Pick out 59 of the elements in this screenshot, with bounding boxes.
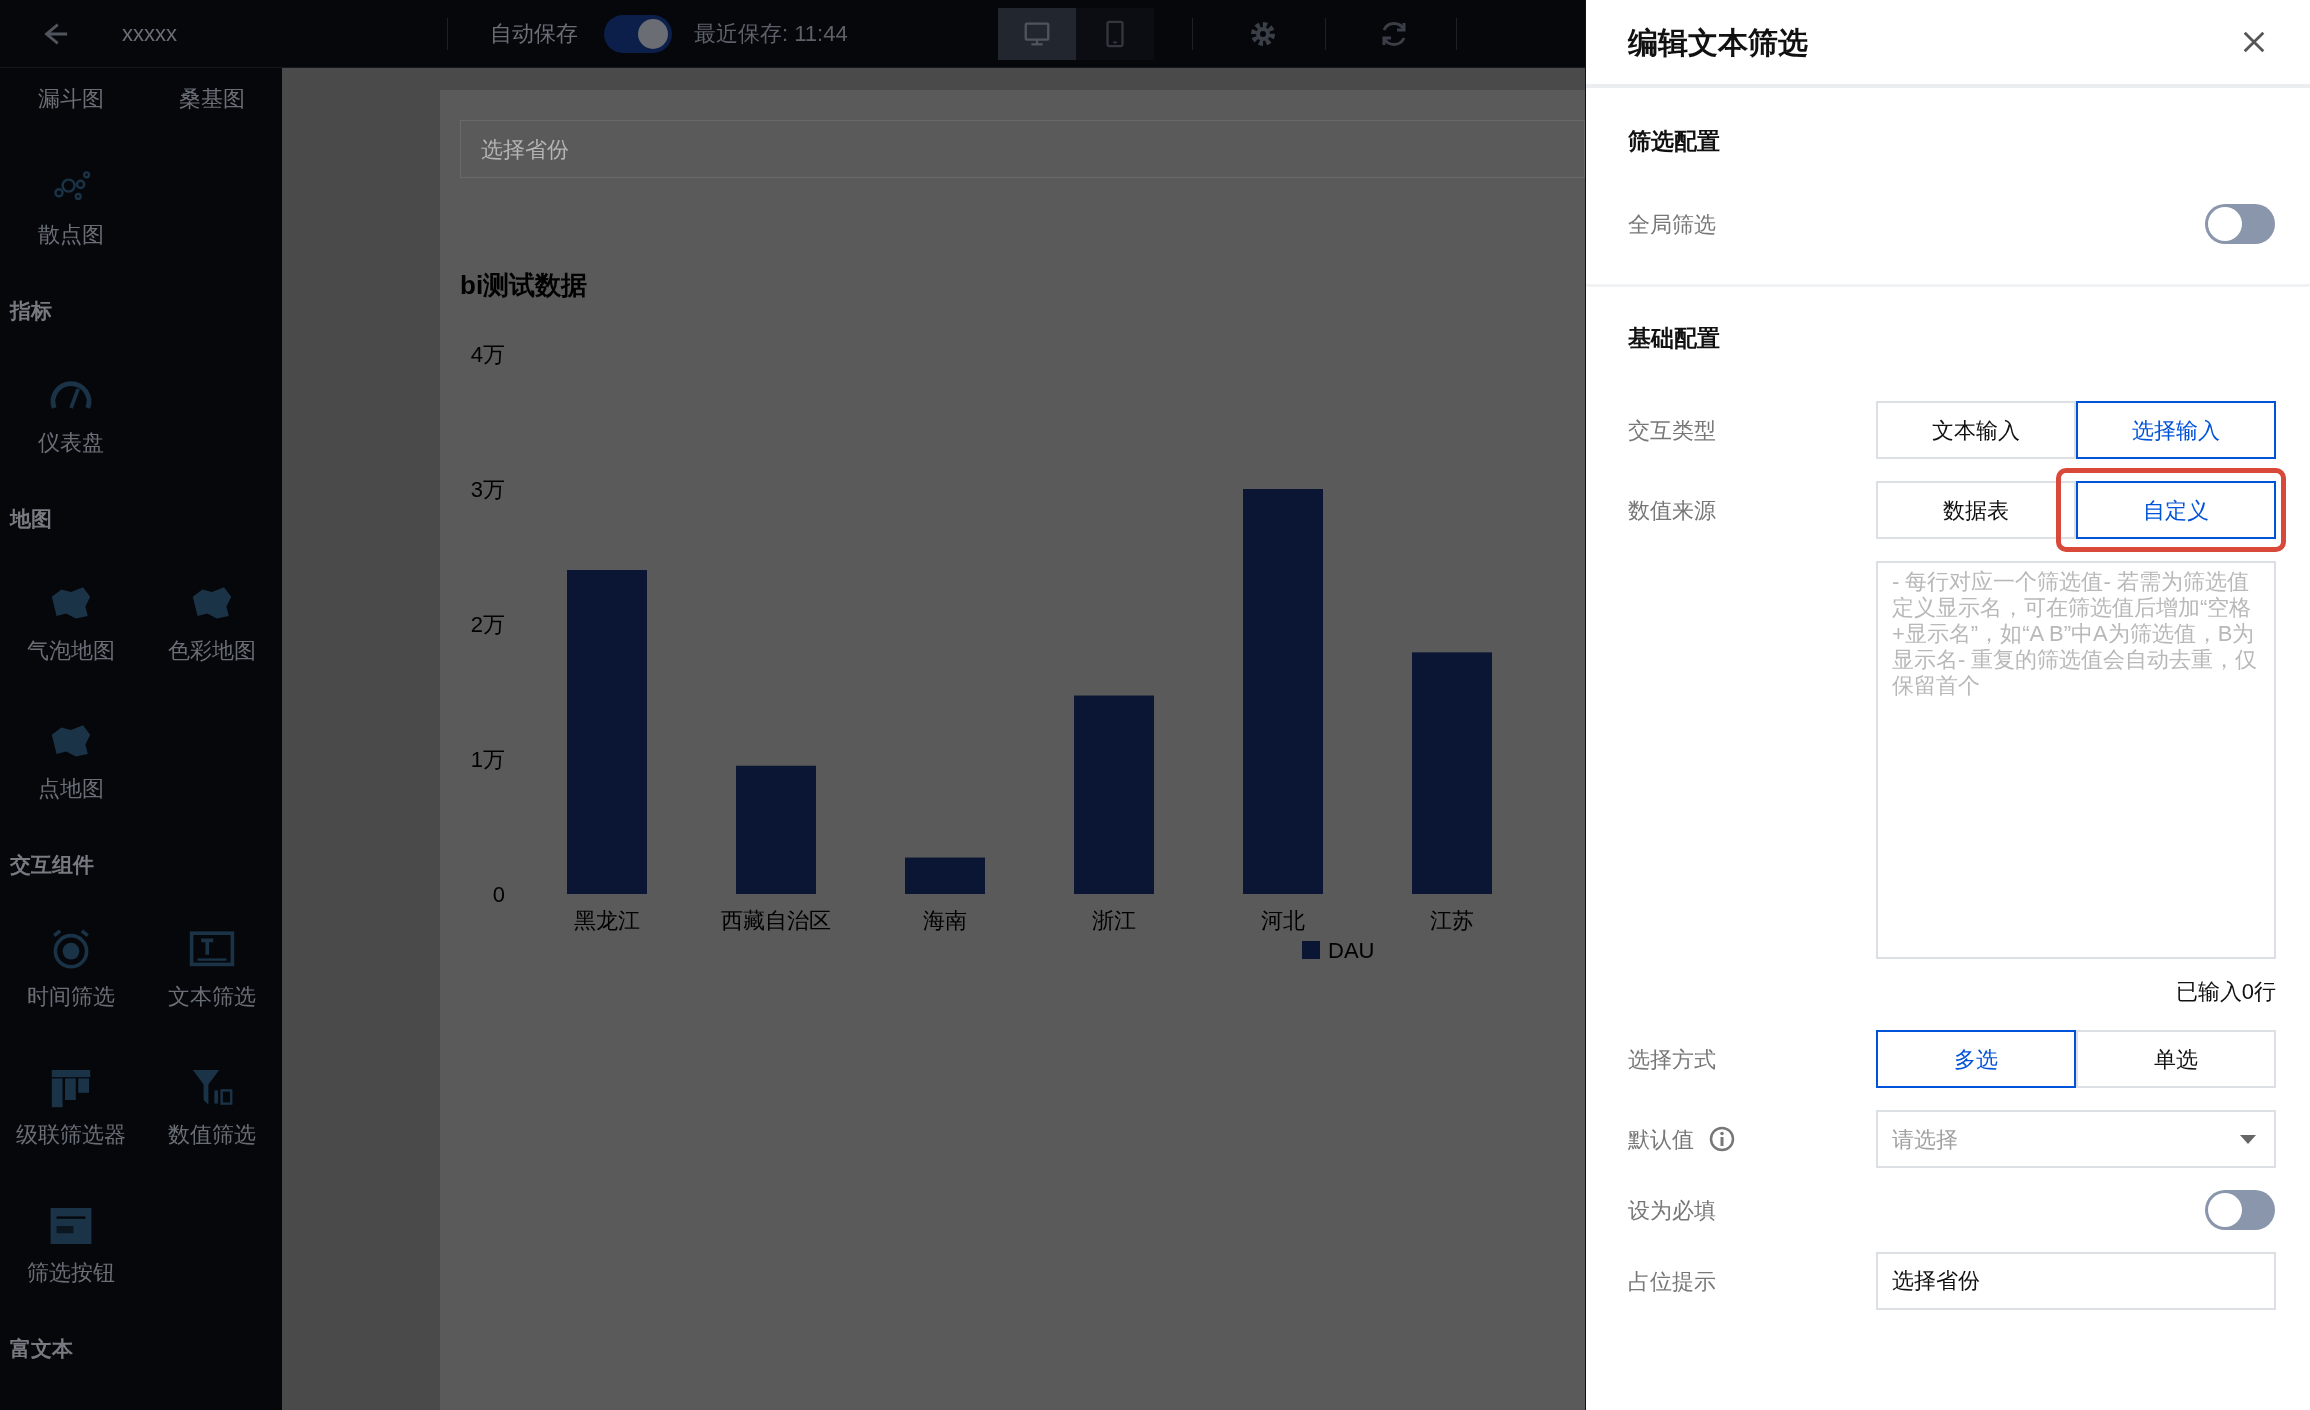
category-label: 江苏 [1430, 908, 1474, 933]
segment-option[interactable]: 数据表 [1876, 481, 2076, 539]
desktop-view-button[interactable] [997, 7, 1076, 60]
auto-save-toggle[interactable] [604, 14, 672, 53]
segment-option[interactable]: 选择输入 [2076, 401, 2276, 459]
segment-option[interactable]: 自定义 [2076, 481, 2276, 539]
widget-tile[interactable]: 文本筛选 [141, 900, 282, 1038]
field-label: 默认值 [1628, 1125, 1694, 1154]
category-heading: 指标 [8, 298, 53, 325]
axis-tick-label: 0 [492, 882, 505, 907]
widget-tile[interactable]: 时间筛选 [0, 900, 141, 1038]
widget-tile[interactable]: 仪表盘 [0, 346, 141, 484]
field-label: 设为必填 [1628, 1196, 1716, 1225]
axis-tick-label: 4万 [470, 342, 505, 367]
widget-tile[interactable]: 气泡地图 [0, 554, 141, 692]
switch[interactable] [2205, 204, 2275, 244]
placeholder-text-field[interactable]: 选择省份 [1876, 1252, 2276, 1310]
widget-tile[interactable]: 散点图 [0, 138, 141, 276]
segment-option[interactable]: 单选 [2076, 1030, 2276, 1088]
axis-tick-label: 1万 [470, 747, 505, 772]
axis-tick-label: 2万 [470, 612, 505, 637]
province-select-field[interactable]: 选择省份 [460, 120, 1585, 178]
last-saved-text: 最近保存: 11:44 [694, 20, 848, 48]
category-heading: 富文本 [9, 1336, 74, 1363]
section-heading: 基础配置 [1628, 323, 1721, 353]
options-text-area[interactable]: - 每行对应一个筛选值- 若需为筛选值定义显示名，可在筛选值后增加“空格+显示名”，如“A B”中A为筛选值，B为显示名- 重复的筛选值会自动去重，仅保留首个 [1876, 561, 2276, 959]
close-icon [2241, 29, 2267, 55]
widget-tile[interactable]: 点地图 [0, 692, 141, 830]
field-label: 数值来源 [1628, 496, 1716, 525]
segment-option[interactable]: 多选 [1876, 1030, 2076, 1088]
widget-tile[interactable]: 数值筛选 [141, 1038, 282, 1176]
category-label: 西藏自治区 [721, 908, 831, 933]
category-label: 浙江 [1092, 908, 1136, 933]
line-count-text: 已输入0行 [2175, 978, 2276, 1006]
category-heading: 交互组件 [9, 852, 95, 879]
legend-label: DAU [1328, 938, 1375, 963]
widget-tile[interactable]: 级联筛选器 [0, 1038, 141, 1176]
section-heading: 筛选配置 [1628, 126, 1721, 156]
segment-option[interactable]: 文本输入 [1876, 401, 2076, 459]
caret-icon [2240, 1134, 2256, 1144]
field-label: 占位提示 [1628, 1267, 1716, 1296]
category-heading: 地图 [8, 506, 53, 533]
category-label: 河北 [1261, 908, 1305, 933]
document-title: xxxxx [122, 20, 177, 48]
category-label: 海南 [923, 908, 967, 933]
field-label: 选择方式 [1628, 1045, 1716, 1074]
field-label: 全局筛选 [1628, 210, 1716, 239]
category-label: 黑龙江 [574, 908, 640, 933]
field-label: 交互类型 [1628, 416, 1716, 445]
panel-title: 编辑文本筛选 [1628, 24, 1808, 61]
widget-tile[interactable]: 筛选按钮 [0, 1176, 141, 1314]
default-value-select[interactable]: 请选择 [1876, 1110, 2276, 1168]
widget-tile[interactable]: 漏斗图 [0, 68, 141, 138]
chart-title: bi测试数据 [460, 269, 589, 302]
axis-tick-label: 3万 [470, 477, 505, 502]
auto-save-label: 自动保存 [490, 20, 578, 48]
widget-tile[interactable]: 桑基图 [141, 68, 282, 138]
switch[interactable] [2205, 1190, 2275, 1230]
widget-tile[interactable]: 色彩地图 [141, 554, 282, 692]
